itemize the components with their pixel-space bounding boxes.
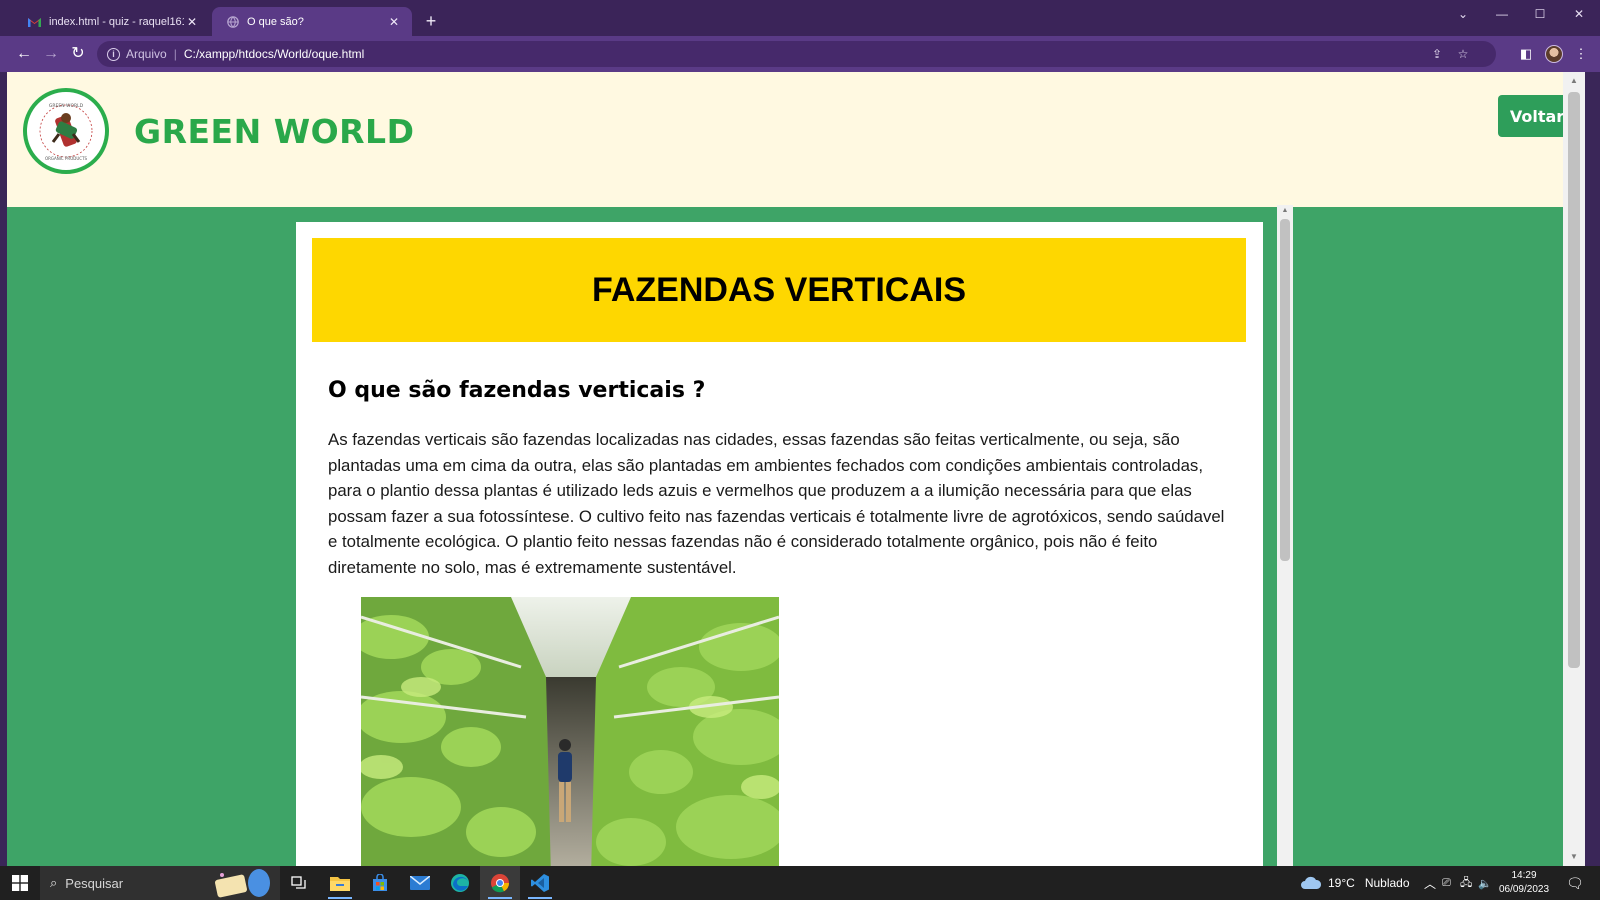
notifications-icon[interactable]: 🗨 [1566, 866, 1584, 900]
menu-icon[interactable]: ⋮ [1571, 44, 1591, 64]
info-icon[interactable]: i [107, 47, 120, 61]
clock-time: 14:29 [1511, 870, 1537, 881]
show-hidden-icons-icon[interactable]: ︿ [1424, 866, 1436, 900]
taskbar-search[interactable]: ⌕ Pesquisar [40, 866, 280, 900]
content-card: FAZENDAS VERTICAIS O que são fazendas ve… [296, 222, 1263, 866]
share-icon[interactable]: ⇪ [1428, 45, 1446, 63]
close-tab-icon[interactable]: ✕ [184, 15, 200, 29]
svg-text:ORGANIC PRODUCTS: ORGANIC PRODUCTS [45, 156, 88, 161]
search-icon: ⌕ [50, 875, 58, 890]
profile-avatar[interactable] [1545, 45, 1563, 63]
bookmark-star-icon[interactable]: ☆ [1454, 45, 1472, 63]
side-panel-icon[interactable]: ◧ [1516, 44, 1536, 64]
new-tab-button[interactable]: + [420, 10, 442, 32]
tab-search-icon[interactable]: ⌄ [1444, 0, 1482, 28]
meet-now-icon[interactable]: ⎚ [1442, 866, 1451, 900]
section-heading: O que são fazendas verticais ? [328, 378, 706, 403]
search-highlight-icon [215, 869, 270, 898]
url-text: C:/xampp/htdocs/World/oque.html [183, 47, 365, 61]
mail-icon[interactable] [400, 866, 440, 900]
windows-taskbar: ⌕ Pesquisar 19°C Nublado ︿ ⎚ 🖧 🔈 14:29 0… [0, 866, 1600, 900]
microsoft-store-icon[interactable] [360, 866, 400, 900]
logo-emblem: GREEN WORLD ORGANIC PRODUCTS [32, 97, 100, 165]
network-icon[interactable]: 🖧 [1460, 866, 1472, 900]
tab-title: index.html - quiz - raquel161520 [49, 15, 184, 28]
site-header: GREEN WORLD ORGANIC PRODUCTS GREEN WORLD… [7, 72, 1585, 207]
page-scrollbar[interactable]: ▲ ▼ [1563, 72, 1585, 866]
description-paragraph: As fazendas verticais são fazendas local… [328, 430, 1225, 577]
browser-tab-strip: index.html - quiz - raquel161520 ✕ O que… [0, 0, 1600, 36]
vertical-farm-illustration [361, 597, 779, 866]
cloud-icon [1301, 876, 1322, 889]
vertical-farm-photo [361, 597, 779, 866]
scroll-up-arrow-icon[interactable]: ▲ [1277, 205, 1293, 217]
close-window-icon[interactable]: ✕ [1560, 0, 1598, 28]
address-bar[interactable]: i Arquivo | C:/xampp/htdocs/World/oque.h… [97, 41, 1496, 67]
weather-temp: 19°C [1328, 876, 1355, 890]
weather-desc: Nublado [1364, 876, 1410, 890]
globe-icon [226, 15, 239, 28]
chrome-icon[interactable] [480, 866, 520, 900]
gmail-icon [28, 15, 41, 28]
minimize-icon[interactable]: — [1483, 0, 1521, 28]
close-tab-icon[interactable]: ✕ [386, 15, 402, 29]
maximize-icon[interactable]: ☐ [1521, 0, 1559, 28]
address-separator: | [173, 47, 177, 61]
site-title: GREEN WORLD [134, 112, 415, 151]
inner-scrollbar[interactable]: ▲ [1277, 205, 1293, 866]
tab-o-que-sao[interactable]: O que são? ✕ [212, 7, 412, 36]
tab-title: O que são? [247, 15, 304, 28]
green-world-logo: GREEN WORLD ORGANIC PRODUCTS [23, 88, 109, 174]
scroll-down-arrow-icon[interactable]: ▼ [1563, 850, 1585, 864]
scroll-up-arrow-icon[interactable]: ▲ [1563, 74, 1585, 88]
clock-date: 06/09/2023 [1498, 884, 1550, 895]
inner-scroll-thumb[interactable] [1280, 219, 1290, 561]
reload-icon[interactable]: ↻ [66, 42, 90, 66]
page-viewport: GREEN WORLD ORGANIC PRODUCTS GREEN WORLD… [7, 72, 1585, 866]
page-scroll-thumb[interactable] [1568, 92, 1580, 668]
browser-toolbar: ← → ↻ i Arquivo | C:/xampp/htdocs/World/… [0, 36, 1600, 72]
tab-index-quiz[interactable]: index.html - quiz - raquel161520 ✕ [14, 7, 210, 36]
window-edge [0, 72, 7, 866]
weather-widget[interactable]: 19°C Nublado [1300, 866, 1410, 900]
vscode-icon[interactable] [520, 866, 560, 900]
windows-start-icon[interactable] [6, 870, 34, 896]
back-arrow-icon[interactable]: ← [12, 42, 36, 66]
volume-icon[interactable]: 🔈 [1478, 866, 1492, 900]
svg-text:GREEN WORLD: GREEN WORLD [49, 103, 84, 109]
system-clock[interactable]: 14:29 06/09/2023 [1494, 869, 1554, 897]
file-explorer-icon[interactable] [320, 866, 360, 900]
search-placeholder: Pesquisar [65, 875, 124, 891]
task-view-icon[interactable] [279, 866, 319, 900]
edge-icon[interactable] [440, 866, 480, 900]
page-title: FAZENDAS VERTICAIS [591, 270, 967, 309]
security-label: Arquivo [126, 47, 167, 61]
forward-arrow-icon[interactable]: → [39, 42, 63, 66]
title-banner: FAZENDAS VERTICAIS [312, 238, 1246, 342]
